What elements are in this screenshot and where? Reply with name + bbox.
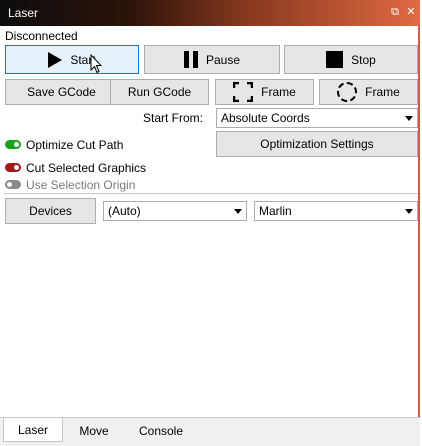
- start-from-value: Absolute Coords: [221, 111, 310, 125]
- optimize-cut-path-toggle[interactable]: [5, 140, 21, 149]
- frame-circle-label: Frame: [365, 85, 400, 99]
- start-button[interactable]: Start: [5, 45, 139, 74]
- tab-move[interactable]: Move: [63, 420, 125, 442]
- port-value: (Auto): [108, 204, 141, 218]
- save-gcode-label: Save GCode: [27, 85, 96, 99]
- divider: [4, 193, 418, 194]
- chevron-down-icon: [234, 209, 242, 214]
- stop-button[interactable]: Stop: [284, 45, 418, 74]
- laser-panel: Laser ⧉ ✕ Disconnected Start Pause Stop …: [0, 0, 420, 446]
- pause-button[interactable]: Pause: [144, 45, 280, 74]
- optimization-settings-label: Optimization Settings: [260, 137, 374, 151]
- tab-laser[interactable]: Laser: [3, 418, 63, 442]
- optimize-cut-path-label: Optimize Cut Path: [26, 138, 124, 152]
- pause-label: Pause: [205, 52, 241, 67]
- stop-icon: [326, 51, 344, 68]
- cut-selected-graphics-toggle[interactable]: [5, 163, 21, 172]
- cut-selected-graphics-label: Cut Selected Graphics: [26, 161, 147, 175]
- frame-rect-label: Frame: [261, 85, 296, 99]
- firmware-select[interactable]: Marlin: [254, 201, 418, 221]
- use-selection-origin-label: Use Selection Origin: [26, 178, 136, 192]
- port-select[interactable]: (Auto): [103, 201, 247, 221]
- bottom-tab-bar: Laser Move Console: [0, 417, 420, 446]
- connection-status: Disconnected: [5, 29, 78, 43]
- tab-console[interactable]: Console: [125, 420, 197, 442]
- pause-icon: [183, 51, 198, 68]
- title-bar: Laser ⧉ ✕: [0, 0, 420, 26]
- mouse-cursor-icon: [90, 54, 102, 74]
- frame-circle-button[interactable]: Frame: [319, 79, 418, 105]
- run-gcode-button[interactable]: Run GCode: [110, 79, 209, 105]
- firmware-value: Marlin: [259, 204, 292, 218]
- optimization-settings-button[interactable]: Optimization Settings: [216, 131, 418, 157]
- save-gcode-button[interactable]: Save GCode: [5, 79, 118, 105]
- window-title: Laser: [8, 6, 39, 20]
- run-gcode-label: Run GCode: [127, 85, 192, 99]
- devices-button[interactable]: Devices: [5, 198, 96, 224]
- chevron-down-icon: [405, 209, 413, 214]
- frame-rect-icon: [233, 82, 254, 102]
- use-selection-origin-toggle[interactable]: [5, 180, 21, 189]
- frame-rect-button[interactable]: Frame: [215, 79, 314, 105]
- devices-label: Devices: [29, 204, 72, 218]
- chevron-down-icon: [405, 116, 413, 121]
- start-from-label: Start From:: [143, 111, 204, 125]
- play-icon: [48, 51, 63, 68]
- frame-circle-icon: [337, 82, 358, 102]
- start-from-select[interactable]: Absolute Coords: [216, 108, 418, 128]
- close-icon[interactable]: ✕: [404, 5, 418, 19]
- stop-label: Stop: [351, 52, 376, 67]
- float-window-icon[interactable]: ⧉: [388, 5, 402, 19]
